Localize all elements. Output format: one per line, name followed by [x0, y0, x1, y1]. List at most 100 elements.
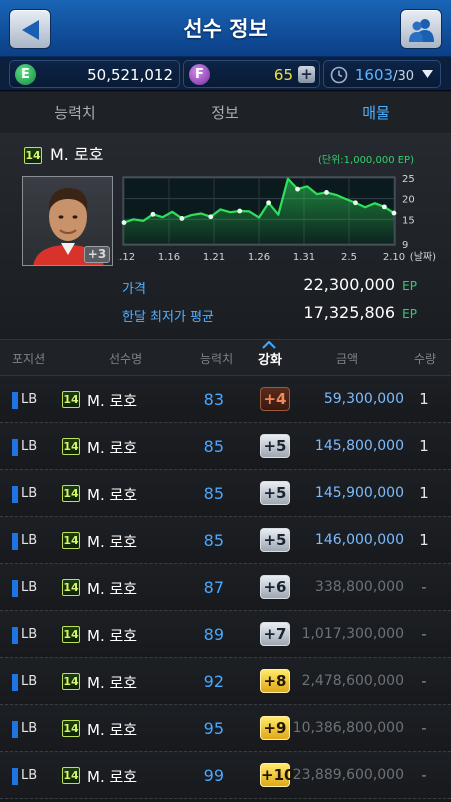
position: LB	[21, 533, 38, 548]
season-badge: 14	[62, 391, 80, 408]
position: LB	[21, 627, 38, 642]
col-name[interactable]: 선수명	[109, 350, 142, 367]
quantity: -	[421, 578, 427, 596]
col-qty[interactable]: 수량	[414, 350, 436, 367]
season-badge: 14	[62, 532, 80, 549]
season-badge: 14	[62, 579, 80, 596]
overall: 92	[203, 672, 224, 691]
enhance-badge: +8	[260, 669, 290, 693]
clock-icon	[330, 66, 348, 84]
enhance-badge: +9	[260, 716, 290, 740]
position-color-bar	[12, 580, 18, 597]
data-point	[295, 186, 300, 192]
position: LB	[21, 721, 38, 736]
enhance-badge: +5	[260, 481, 290, 505]
season-badge: 14	[62, 767, 80, 784]
sort-caret-icon	[262, 341, 276, 349]
list-header: 포지션 선수명 능력치 강화 금액 수량	[0, 339, 451, 376]
f-coin-icon: F	[189, 64, 210, 85]
season-badge: 14	[24, 147, 42, 164]
table-row[interactable]: LB 14 M. 로호 87 +6 338,800,000 -	[0, 564, 451, 611]
data-point	[266, 200, 272, 206]
table-row[interactable]: LB 14 M. 로호 85 +5 145,800,000 1	[0, 423, 451, 470]
table-row[interactable]: LB 14 M. 로호 85 +5 145,900,000 1	[0, 470, 451, 517]
y-tick-label: 15	[402, 215, 415, 226]
player-detail: 14 M. 로호 (단위:1,000,000 EP) +3 25 20 15 9 1.12…	[0, 134, 451, 339]
player-photo: +3	[22, 176, 113, 266]
overall: 99	[203, 766, 224, 785]
enhance-badge: +7	[260, 622, 290, 646]
price: 145,900,000	[314, 485, 404, 501]
player-name: M. 로호	[87, 627, 138, 645]
data-point	[353, 200, 358, 206]
enhance-badge: +10	[260, 763, 294, 787]
page-title: 선수 정보	[183, 17, 268, 41]
overall: 95	[203, 719, 224, 738]
x-tick-label: 1.16	[158, 252, 180, 263]
position-color-bar	[12, 439, 18, 456]
x-tick-label: 2.5	[341, 252, 357, 263]
season-badge: 14	[62, 626, 80, 643]
price: 146,000,000	[314, 532, 404, 548]
header-bar: 선수 정보	[0, 0, 451, 57]
overall: 85	[203, 531, 224, 550]
col-overall[interactable]: 능력치	[200, 350, 233, 367]
player-name: M. 로호	[87, 674, 138, 692]
price: 145,800,000	[314, 438, 404, 454]
add-f-currency-button[interactable]: +	[298, 66, 315, 83]
position-color-bar	[12, 721, 18, 738]
quantity: 1	[419, 484, 429, 502]
table-row[interactable]: LB 14 M. 로호 95 +9 10,386,800,000 -	[0, 705, 451, 752]
f-currency: F 65 +	[183, 60, 320, 88]
enhance-badge: +3	[84, 246, 110, 263]
season-badge: 14	[62, 485, 80, 502]
table-row[interactable]: LB 14 M. 로호 83 +4 59,300,000 1	[0, 376, 451, 423]
player-name: M. 로호	[87, 768, 138, 786]
y-tick-label: 9	[402, 240, 408, 251]
overall: 87	[203, 578, 224, 597]
x-tick-label: 1.31	[293, 252, 315, 263]
quantity: -	[421, 625, 427, 643]
season-badge: 14	[62, 673, 80, 690]
table-row[interactable]: LB 14 M. 로호 85 +5 146,000,000 1	[0, 517, 451, 564]
player-name: M. 로호	[87, 580, 138, 598]
col-price[interactable]: 금액	[336, 350, 358, 367]
price-label: 가격	[122, 282, 146, 297]
player-name-header: 14 M. 로호	[24, 141, 103, 165]
position-color-bar	[12, 533, 18, 550]
tab-stats[interactable]: 능력치	[0, 92, 150, 134]
data-point	[391, 210, 397, 216]
friends-button[interactable]	[400, 9, 442, 49]
price-history-chart: 25 20 15 9 1.12 1.16 1.21 1.26 1.31 2.5 2.10 (날짜)	[118, 174, 436, 263]
unit-note: (단위:1,000,000 EP)	[318, 155, 414, 166]
enhance-badge: +5	[260, 434, 290, 458]
energy-timer[interactable]: 1603/30	[323, 60, 441, 88]
chevron-down-icon	[422, 70, 433, 78]
quantity: -	[421, 766, 427, 784]
x-axis-unit: (날짜)	[410, 251, 436, 263]
price: 59,300,000	[323, 391, 404, 407]
season-badge: 14	[62, 720, 80, 737]
enhance-badge: +4	[260, 387, 290, 411]
table-row[interactable]: LB 14 M. 로호 89 +7 1,017,300,000 -	[0, 611, 451, 658]
avg-currency: EP	[402, 307, 417, 321]
e-currency: E 50,521,012	[9, 60, 180, 88]
data-point	[121, 220, 127, 225]
table-row[interactable]: LB 14 M. 로호 99 +10 23,889,600,000 -	[0, 752, 451, 799]
col-position[interactable]: 포지션	[12, 350, 45, 367]
player-name: M. 로호	[50, 145, 104, 164]
position: LB	[21, 392, 38, 407]
data-point	[179, 216, 185, 221]
f-currency-value: 65	[273, 66, 293, 84]
tab-info[interactable]: 정보	[150, 92, 300, 134]
tab-market[interactable]: 매물	[301, 92, 451, 134]
position-color-bar	[12, 486, 18, 503]
player-name: M. 로호	[87, 533, 138, 551]
table-row[interactable]: LB 14 M. 로호 92 +8 2,478,600,000 -	[0, 658, 451, 705]
price: 1,017,300,000	[301, 626, 404, 642]
col-enhance[interactable]: 강화	[258, 349, 282, 368]
player-name: M. 로호	[87, 486, 138, 504]
price: 10,386,800,000	[292, 720, 404, 736]
monthly-avg-value: 17,325,806	[303, 303, 395, 322]
x-tick-label: 2.10	[383, 252, 405, 263]
